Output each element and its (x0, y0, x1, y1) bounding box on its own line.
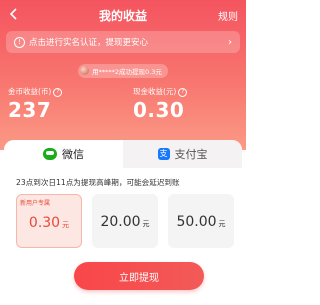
amount-option[interactable]: 新用户专属 0.30 元 (16, 194, 82, 248)
amount-number: 50.00 (176, 214, 217, 230)
cash-earnings-label: 现金收益(元)? (133, 86, 188, 97)
amount-options: 新用户专属 0.30 元 20.00 元 50.00 元 (16, 194, 234, 264)
help-icon[interactable]: ? (178, 87, 188, 97)
cash-earnings-value: 0.30 (133, 98, 185, 122)
coin-earnings-label: 金币收益(币)? (8, 86, 63, 97)
amount-option[interactable]: 50.00 元 (168, 194, 234, 248)
cash-earnings: 现金收益(元)? 0.30 (133, 86, 188, 122)
withdraw-button[interactable]: 立即提现 (74, 262, 204, 290)
realname-verify-banner[interactable]: ! 点击进行实名认证，提现更安心 › (6, 31, 240, 53)
ticker-pill: 用*****2成功提现0.3元 (78, 63, 168, 78)
help-icon[interactable]: ? (53, 87, 63, 97)
page-title: 我的收益 (98, 9, 147, 23)
amount-unit: 元 (218, 220, 226, 228)
amount-option[interactable]: 20.00 元 (92, 194, 158, 248)
tab-wechat-label: 微信 (62, 148, 84, 161)
rules-link[interactable]: 规则 (218, 8, 238, 23)
peak-hours-hint: 23点到次日11点为提现高峰期，可能会延迟到账 (16, 178, 180, 187)
info-icon: ! (14, 36, 25, 48)
notice-text: 点击进行实名认证，提现更安心 (29, 38, 149, 48)
amount-number: 20.00 (100, 214, 141, 230)
amount-value: 50.00 元 (168, 214, 234, 230)
amount-unit: 元 (142, 220, 150, 228)
tab-alipay[interactable]: 支 支付宝 (123, 140, 242, 168)
chevron-right-icon: › (228, 36, 232, 48)
amount-unit: 元 (62, 221, 70, 229)
avatar (80, 66, 90, 75)
new-user-tag: 新用户专属 (20, 200, 51, 207)
amount-value: 20.00 元 (92, 214, 158, 230)
coin-earnings-value: 237 (8, 98, 52, 122)
alipay-icon: 支 (157, 148, 170, 160)
header-bar: 我的收益 规则 (0, 0, 246, 28)
ticker-text: 用*****2成功提现0.3元 (92, 67, 162, 76)
coin-earnings-label-text: 金币收益(币) (8, 87, 52, 96)
payment-tabs: 微信 支 支付宝 (4, 140, 242, 168)
withdraw-card: 微信 支 支付宝 23点到次日11点为提现高峰期，可能会延迟到账 新用户专属 0… (4, 140, 242, 305)
amount-number: 0.30 (28, 215, 61, 231)
cash-earnings-label-text: 现金收益(元) (133, 87, 177, 96)
wechat-icon (43, 148, 57, 160)
tab-alipay-label: 支付宝 (174, 148, 208, 161)
coin-earnings: 金币收益(币)? 237 (8, 86, 63, 122)
withdraw-ticker: 用*****2成功提现0.3元 (0, 60, 246, 79)
tab-wechat[interactable]: 微信 (4, 140, 123, 168)
amount-value: 0.30 元 (17, 215, 81, 231)
